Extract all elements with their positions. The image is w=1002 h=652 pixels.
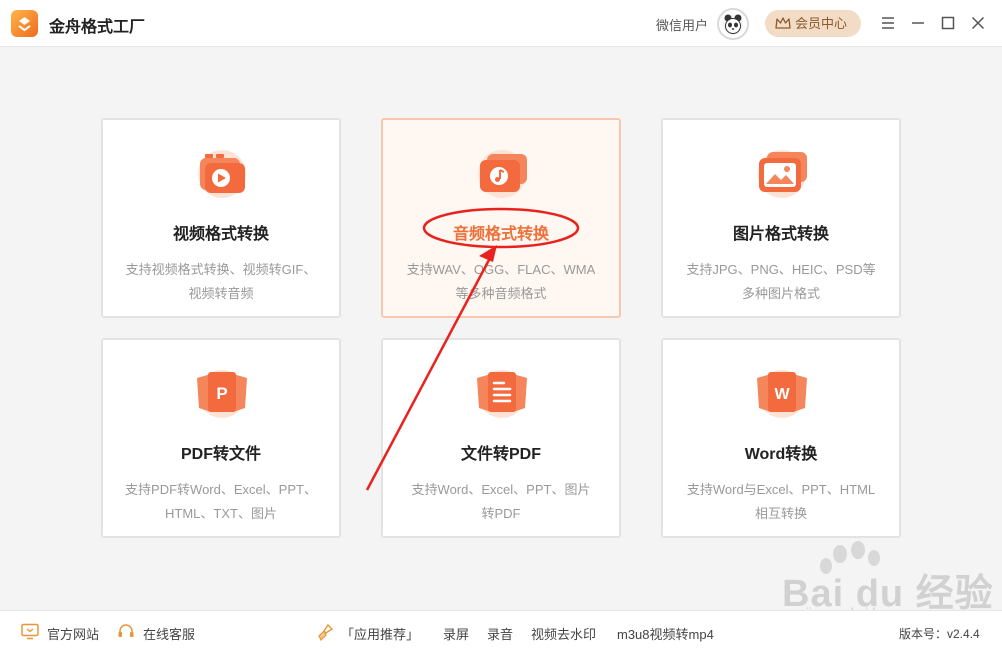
card-audio-convert[interactable]: 音频格式转换 支持WAV、OGG、FLAC、WMA 等多种音频格式 [381,118,621,318]
app-logo-icon [11,10,38,37]
card-description: 支持Word、Excel、PPT、图片 转PDF [411,482,591,521]
app-title: 金舟格式工厂 [49,19,146,36]
app-recommend-label: 「应用推荐」 [341,627,420,642]
maximize-icon[interactable] [937,12,959,34]
card-title: 文件转PDF [460,446,541,463]
card-video-convert[interactable]: 视频格式转换 支持视频格式转换、视频转GIF、 视频转音频 [101,118,341,318]
card-title: PDF转文件 [180,446,261,463]
image-icon [758,150,807,198]
official-website-link[interactable]: 官方网站 [47,624,99,643]
footer-link-remove-watermark[interactable]: 视频去水印 [531,624,596,643]
svg-text:P: P [216,384,227,403]
card-image-convert[interactable]: 图片格式转换 支持JPG、PNG、HEIC、PSD等 多种图片格式 [661,118,901,318]
pdf-icon: P [197,370,247,418]
card-word-convert[interactable]: W Word转换 支持Word与Excel、PPT、HTML 相互转换 [661,338,901,538]
card-title: Word转换 [744,446,818,463]
footer-link-audio-record[interactable]: 录音 [487,624,513,643]
footer-link-screen-record[interactable]: 录屏 [443,624,469,643]
monitor-icon [21,623,39,640]
card-file-to-pdf[interactable]: 文件转PDF 支持Word、Excel、PPT、图片 转PDF [381,338,621,538]
card-title: 视频格式转换 [172,226,269,243]
username[interactable]: 微信用户 [656,15,708,34]
card-description: 支持视频格式转换、视频转GIF、 视频转音频 [125,262,317,301]
version-label: 版本号：v2.4.4 [899,627,980,641]
crown-icon [775,17,791,29]
member-center-button[interactable]: 会员中心 [765,10,861,37]
title-bar: 金舟格式工厂 微信用户 会员中心 [0,0,1002,47]
avatar[interactable] [717,8,749,40]
card-description: 支持JPG、PNG、HEIC、PSD等 多种图片格式 [686,262,876,301]
word-icon: W [757,370,807,418]
headset-icon [118,624,134,637]
minimize-icon[interactable] [907,12,929,34]
card-pdf-to-file[interactable]: P PDF转文件 支持PDF转Word、Excel、PPT、 HTML、TXT、… [101,338,341,538]
card-description: 支持WAV、OGG、FLAC、WMA 等多种音频格式 [406,262,596,301]
member-center-label: 会员中心 [795,16,848,31]
card-description: 支持PDF转Word、Excel、PPT、 HTML、TXT、图片 [125,482,317,521]
video-icon [198,150,246,198]
broom-icon [318,623,334,641]
online-support-link[interactable]: 在线客服 [143,624,195,643]
svg-text:W: W [774,386,790,403]
document-icon [477,370,527,418]
footer-link-m3u8-to-mp4[interactable]: m3u8视频转mp4 [617,624,714,643]
card-title: 音频格式转换 [452,226,549,243]
menu-icon[interactable] [877,12,899,34]
card-description: 支持Word与Excel、PPT、HTML 相互转换 [686,482,876,521]
audio-icon [478,150,527,198]
close-icon[interactable] [967,12,989,34]
footer-bar: 官方网站 在线客服 「应用推荐」 录屏 录音 视频去水印 m3u8视频转mp4 … [0,610,1002,652]
card-title: 图片格式转换 [732,226,829,243]
